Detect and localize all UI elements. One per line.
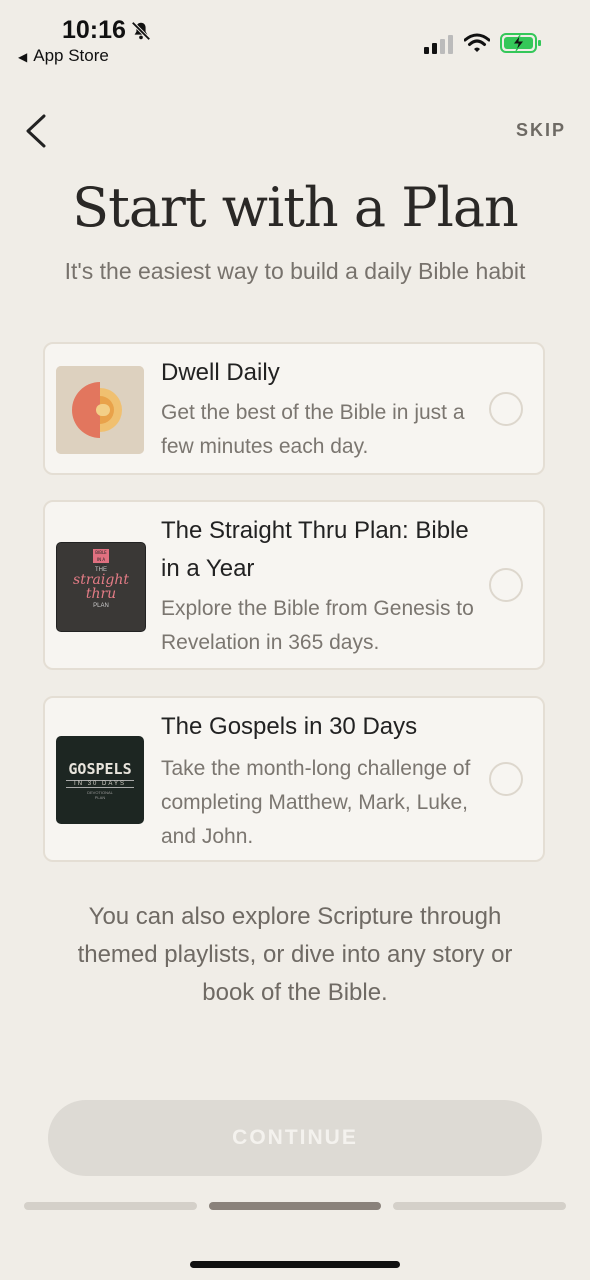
plan-card-straight-thru[interactable]: BIBLE IN A YEAR THE straight thru PLAN T… <box>43 500 545 670</box>
back-triangle-icon: ◀ <box>18 50 28 64</box>
home-indicator <box>190 1261 400 1268</box>
page-title: Start with a Plan <box>72 176 519 239</box>
skip-button[interactable]: SKIP <box>516 120 566 141</box>
progress-step-1 <box>24 1202 197 1210</box>
plan-card-dwell-daily[interactable]: Dwell Daily Get the best of the Bible in… <box>43 342 545 475</box>
plan-description: Take the month-long challenge of complet… <box>161 757 471 848</box>
thumb-in-30-days: IN 30 DAYS <box>66 780 134 788</box>
wifi-icon <box>464 33 490 52</box>
back-chevron-icon[interactable] <box>24 114 48 148</box>
explore-info-text: You can also explore Scripture through t… <box>77 903 513 1006</box>
progress-step-2 <box>209 1202 381 1210</box>
plan-radio[interactable] <box>489 392 523 426</box>
plan-title: The Gospels in 30 Days <box>161 713 418 740</box>
status-time: 10:16 <box>62 16 126 44</box>
battery-charging-icon <box>500 33 541 53</box>
back-to-app-store[interactable]: ◀ App Store <box>18 46 109 66</box>
plan-title: Dwell Daily <box>161 359 280 386</box>
back-to-app-store-label: App Store <box>33 46 109 65</box>
thumb-straight: straight <box>73 572 129 588</box>
continue-button[interactable]: CONTINUE <box>48 1100 542 1176</box>
plan-title: The Straight Thru Plan: Bible in a Year <box>161 517 469 582</box>
gospels-thumbnail: GOSPELS IN 30 DAYS DEVOTIONAL PLAN <box>56 736 144 824</box>
thumb-plan-small: PLAN <box>94 795 106 800</box>
signal-icon <box>424 35 453 54</box>
plan-description: Explore the Bible from Genesis to Revela… <box>161 597 474 654</box>
status-bar: 10:16 ◀ App Store <box>0 0 590 80</box>
plan-card-gospels-30[interactable]: GOSPELS IN 30 DAYS DEVOTIONAL PLAN The G… <box>43 696 545 862</box>
thumb-plan: PLAN <box>93 603 109 609</box>
straight-thru-thumbnail: BIBLE IN A YEAR THE straight thru PLAN <box>56 542 146 632</box>
plan-radio[interactable] <box>489 568 523 602</box>
bell-slash-icon <box>131 21 151 41</box>
page-subtitle: It's the easiest way to build a daily Bi… <box>64 258 526 284</box>
thumb-badge: BIBLE IN A YEAR <box>93 549 109 569</box>
plan-radio[interactable] <box>489 762 523 796</box>
thumb-thru: thru <box>85 586 117 602</box>
dwell-daily-thumbnail <box>56 366 144 454</box>
plan-description: Get the best of the Bible in just a few … <box>161 401 465 458</box>
thumb-gospels: GOSPELS <box>68 760 132 778</box>
progress-step-3 <box>393 1202 566 1210</box>
